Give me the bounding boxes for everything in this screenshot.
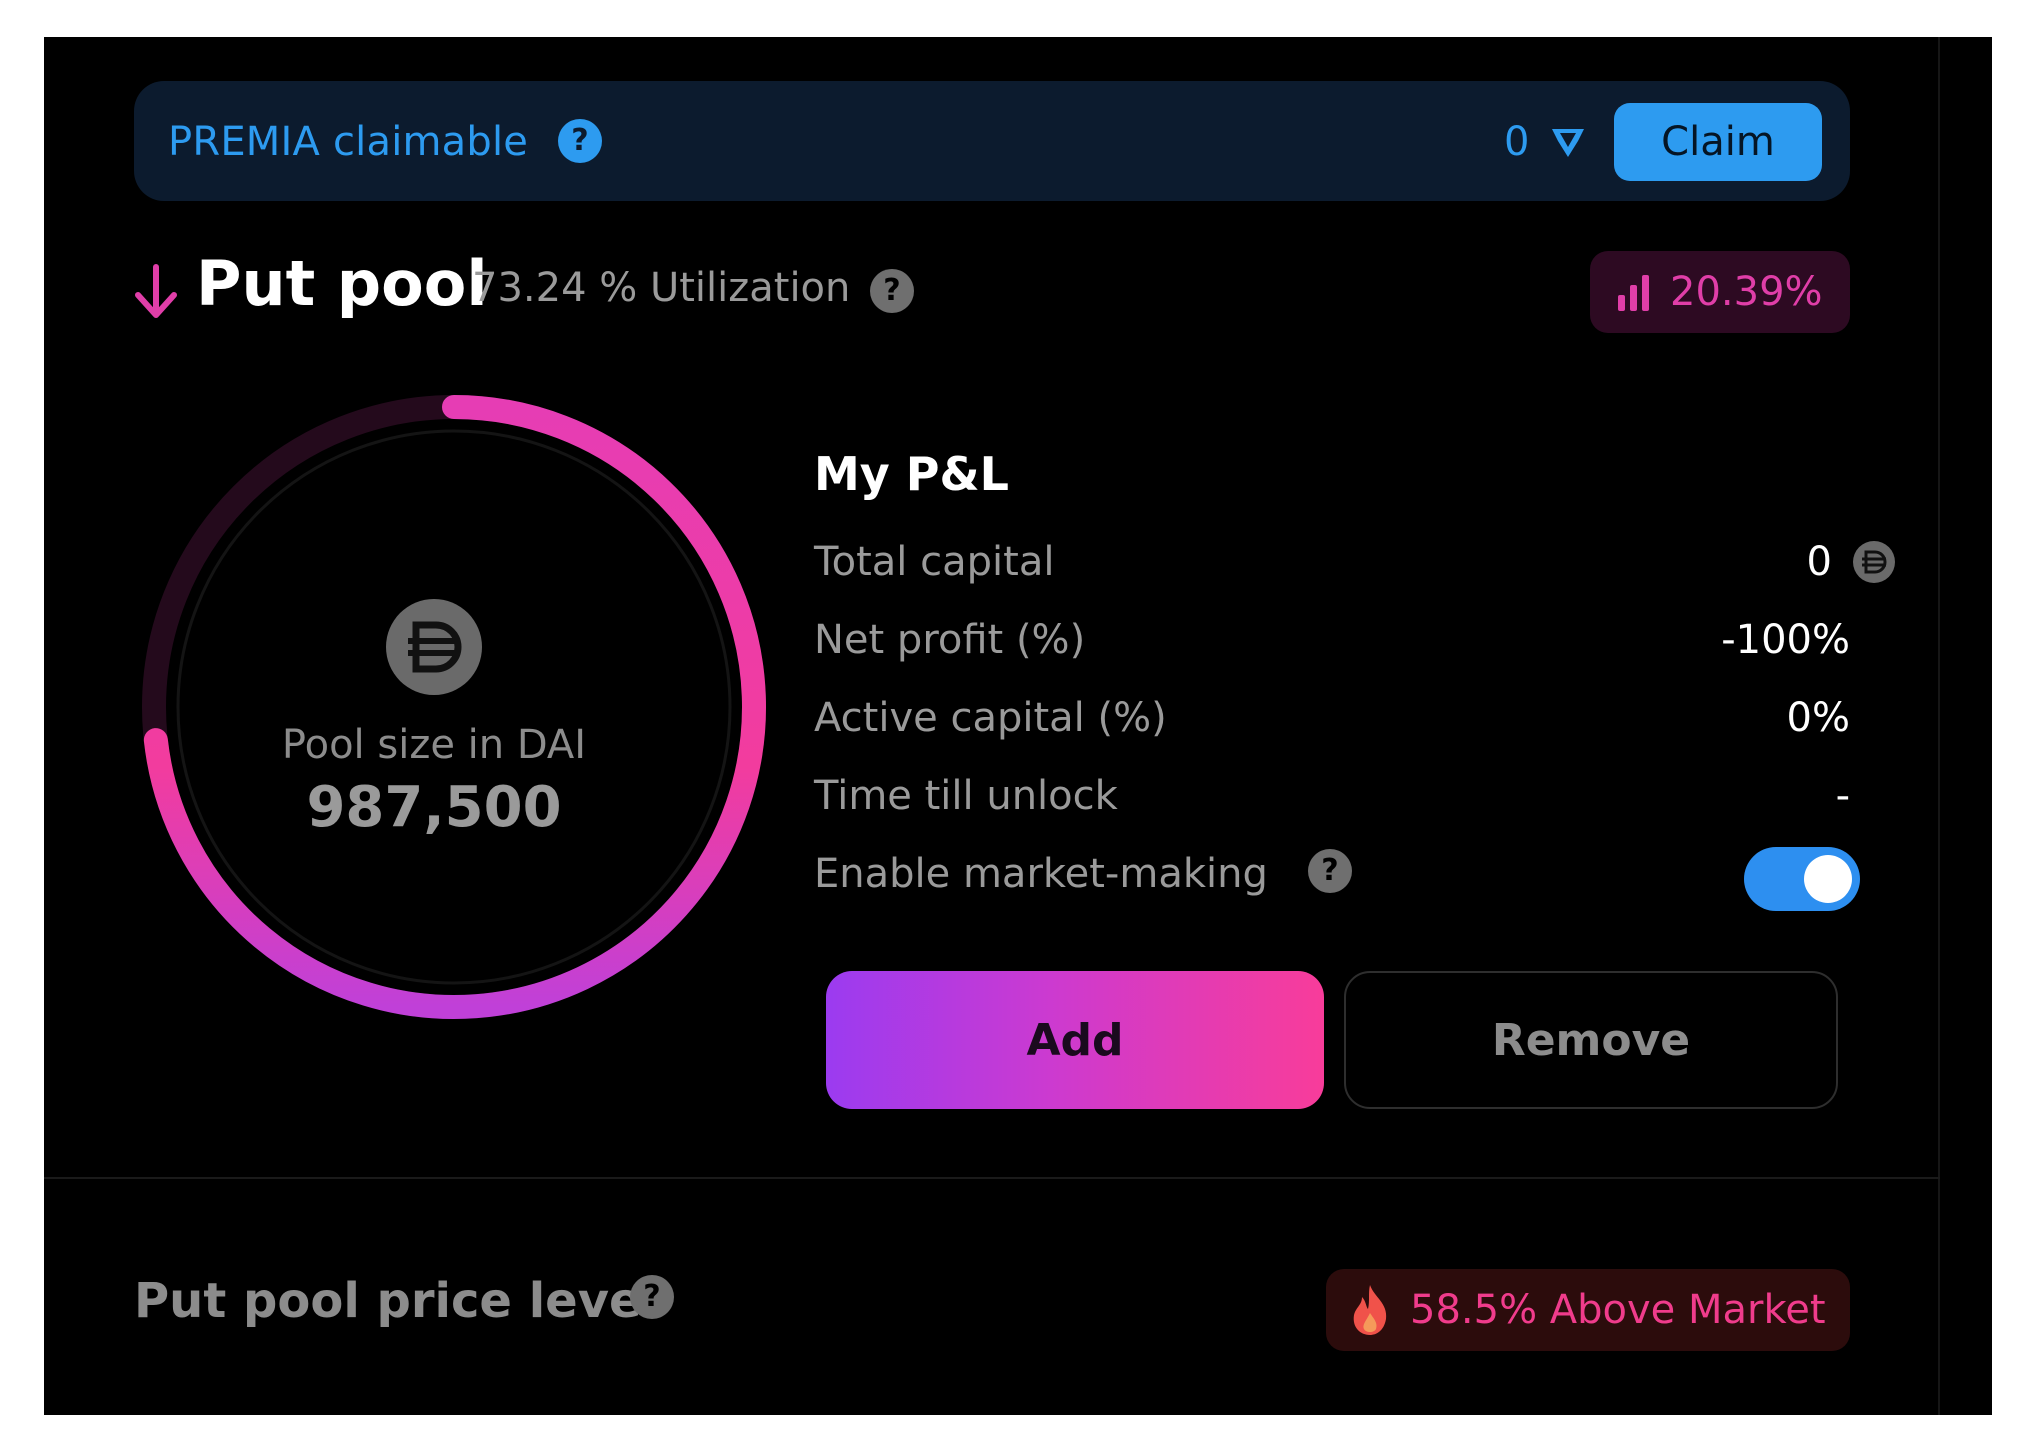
fire-icon	[1353, 1285, 1387, 1335]
pool-size-label: Pool size in DAI	[281, 722, 587, 768]
add-button[interactable]: Add	[826, 971, 1324, 1109]
premia-claimable-label: PREMIA claimable	[168, 119, 529, 165]
premia-claim-bar: PREMIA claimable ? 0 Claim	[134, 81, 1850, 201]
market-making-toggle[interactable]	[1744, 847, 1860, 911]
dai-icon	[1853, 541, 1895, 583]
net-profit-label: Net profit (%)	[814, 617, 1086, 663]
net-profit-value: -100%	[1721, 617, 1850, 663]
dai-icon	[386, 599, 482, 695]
card-border	[1938, 37, 1940, 1415]
time-till-unlock-value: -	[1835, 773, 1850, 819]
active-capital-value: 0%	[1786, 695, 1850, 741]
pool-card: PREMIA claimable ? 0 Claim Put pool 73.2…	[44, 37, 1992, 1415]
active-capital-label: Active capital (%)	[814, 695, 1167, 741]
claimable-amount: 0	[1504, 119, 1530, 165]
time-till-unlock-label: Time till unlock	[814, 773, 1118, 819]
price-level-badge: 58.5% Above Market	[1326, 1269, 1850, 1351]
claim-button[interactable]: Claim	[1614, 103, 1822, 181]
bar-chart-icon	[1618, 275, 1649, 311]
premia-token-icon	[1552, 129, 1584, 157]
divider	[44, 1177, 1940, 1179]
utilization-text: 73.24 % Utilization	[472, 265, 851, 311]
pool-title: Put pool	[196, 247, 488, 320]
help-icon[interactable]: ?	[870, 269, 914, 313]
toggle-knob	[1804, 855, 1852, 903]
help-icon[interactable]: ?	[1308, 849, 1352, 893]
pnl-title: My P&L	[814, 447, 1009, 501]
total-capital-label: Total capital	[814, 539, 1055, 585]
apy-value: 20.39%	[1670, 269, 1823, 315]
ring-inner-border	[176, 429, 732, 985]
price-level-title: Put pool price level	[134, 1273, 658, 1329]
market-making-label: Enable market-making	[814, 851, 1268, 897]
arrow-down-icon	[135, 264, 177, 318]
pool-size-value: 987,500	[306, 775, 562, 840]
apy-badge: 20.39%	[1590, 251, 1850, 333]
total-capital-value: 0	[1806, 539, 1832, 585]
utilization-ring	[142, 395, 766, 1019]
help-icon[interactable]: ?	[558, 119, 602, 163]
price-level-value: 58.5% Above Market	[1410, 1287, 1826, 1333]
remove-button[interactable]: Remove	[1344, 971, 1838, 1109]
help-icon[interactable]: ?	[630, 1275, 674, 1319]
